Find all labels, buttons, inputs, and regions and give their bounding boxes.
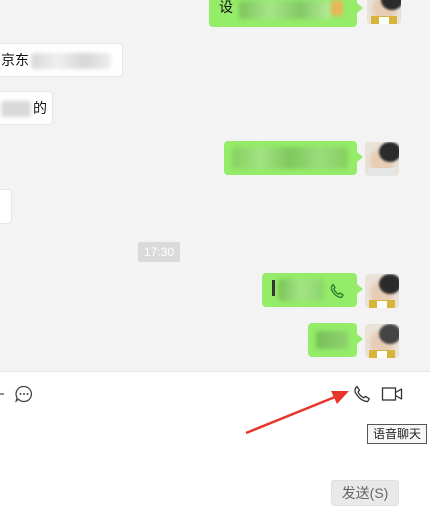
avatar[interactable]	[365, 142, 399, 176]
composer-divider	[0, 371, 430, 372]
avatar[interactable]	[365, 274, 399, 308]
scissors-icon[interactable]	[0, 386, 6, 402]
redacted-content	[31, 53, 111, 69]
message-bubble-sent[interactable]: 设	[209, 0, 363, 27]
message-text	[272, 280, 275, 296]
message-bubble-received[interactable]: 京东	[0, 43, 123, 77]
message-text: 京东	[1, 52, 29, 68]
message-input[interactable]	[0, 410, 330, 470]
avatar[interactable]	[365, 324, 399, 358]
message-bubble-sent[interactable]	[224, 141, 363, 175]
redacted-content	[232, 147, 348, 169]
send-button[interactable]: 发送(S)	[331, 480, 399, 506]
video-call-icon[interactable]	[381, 385, 403, 403]
phone-icon	[330, 283, 344, 299]
avatar[interactable]	[367, 0, 401, 24]
message-bubble-received[interactable]	[0, 189, 12, 224]
chat-history-icon[interactable]	[14, 384, 34, 404]
message-text: 设	[219, 0, 233, 15]
message-bubble-sent[interactable]	[308, 323, 363, 357]
redacted-content	[278, 279, 324, 301]
redacted-content	[1, 101, 31, 117]
chat-message-area[interactable]: 设 京东 的 17:30	[0, 0, 430, 371]
message-text: 的	[33, 100, 47, 116]
redacted-content	[239, 1, 331, 19]
message-timestamp: 17:30	[138, 242, 180, 262]
redacted-content	[331, 0, 343, 16]
voice-call-icon[interactable]	[352, 384, 372, 404]
message-bubble-sent-call-record[interactable]	[262, 273, 363, 307]
message-bubble-received[interactable]: 的	[0, 91, 53, 125]
redacted-content	[316, 331, 348, 349]
voice-call-tooltip: 语音聊天	[367, 424, 427, 444]
